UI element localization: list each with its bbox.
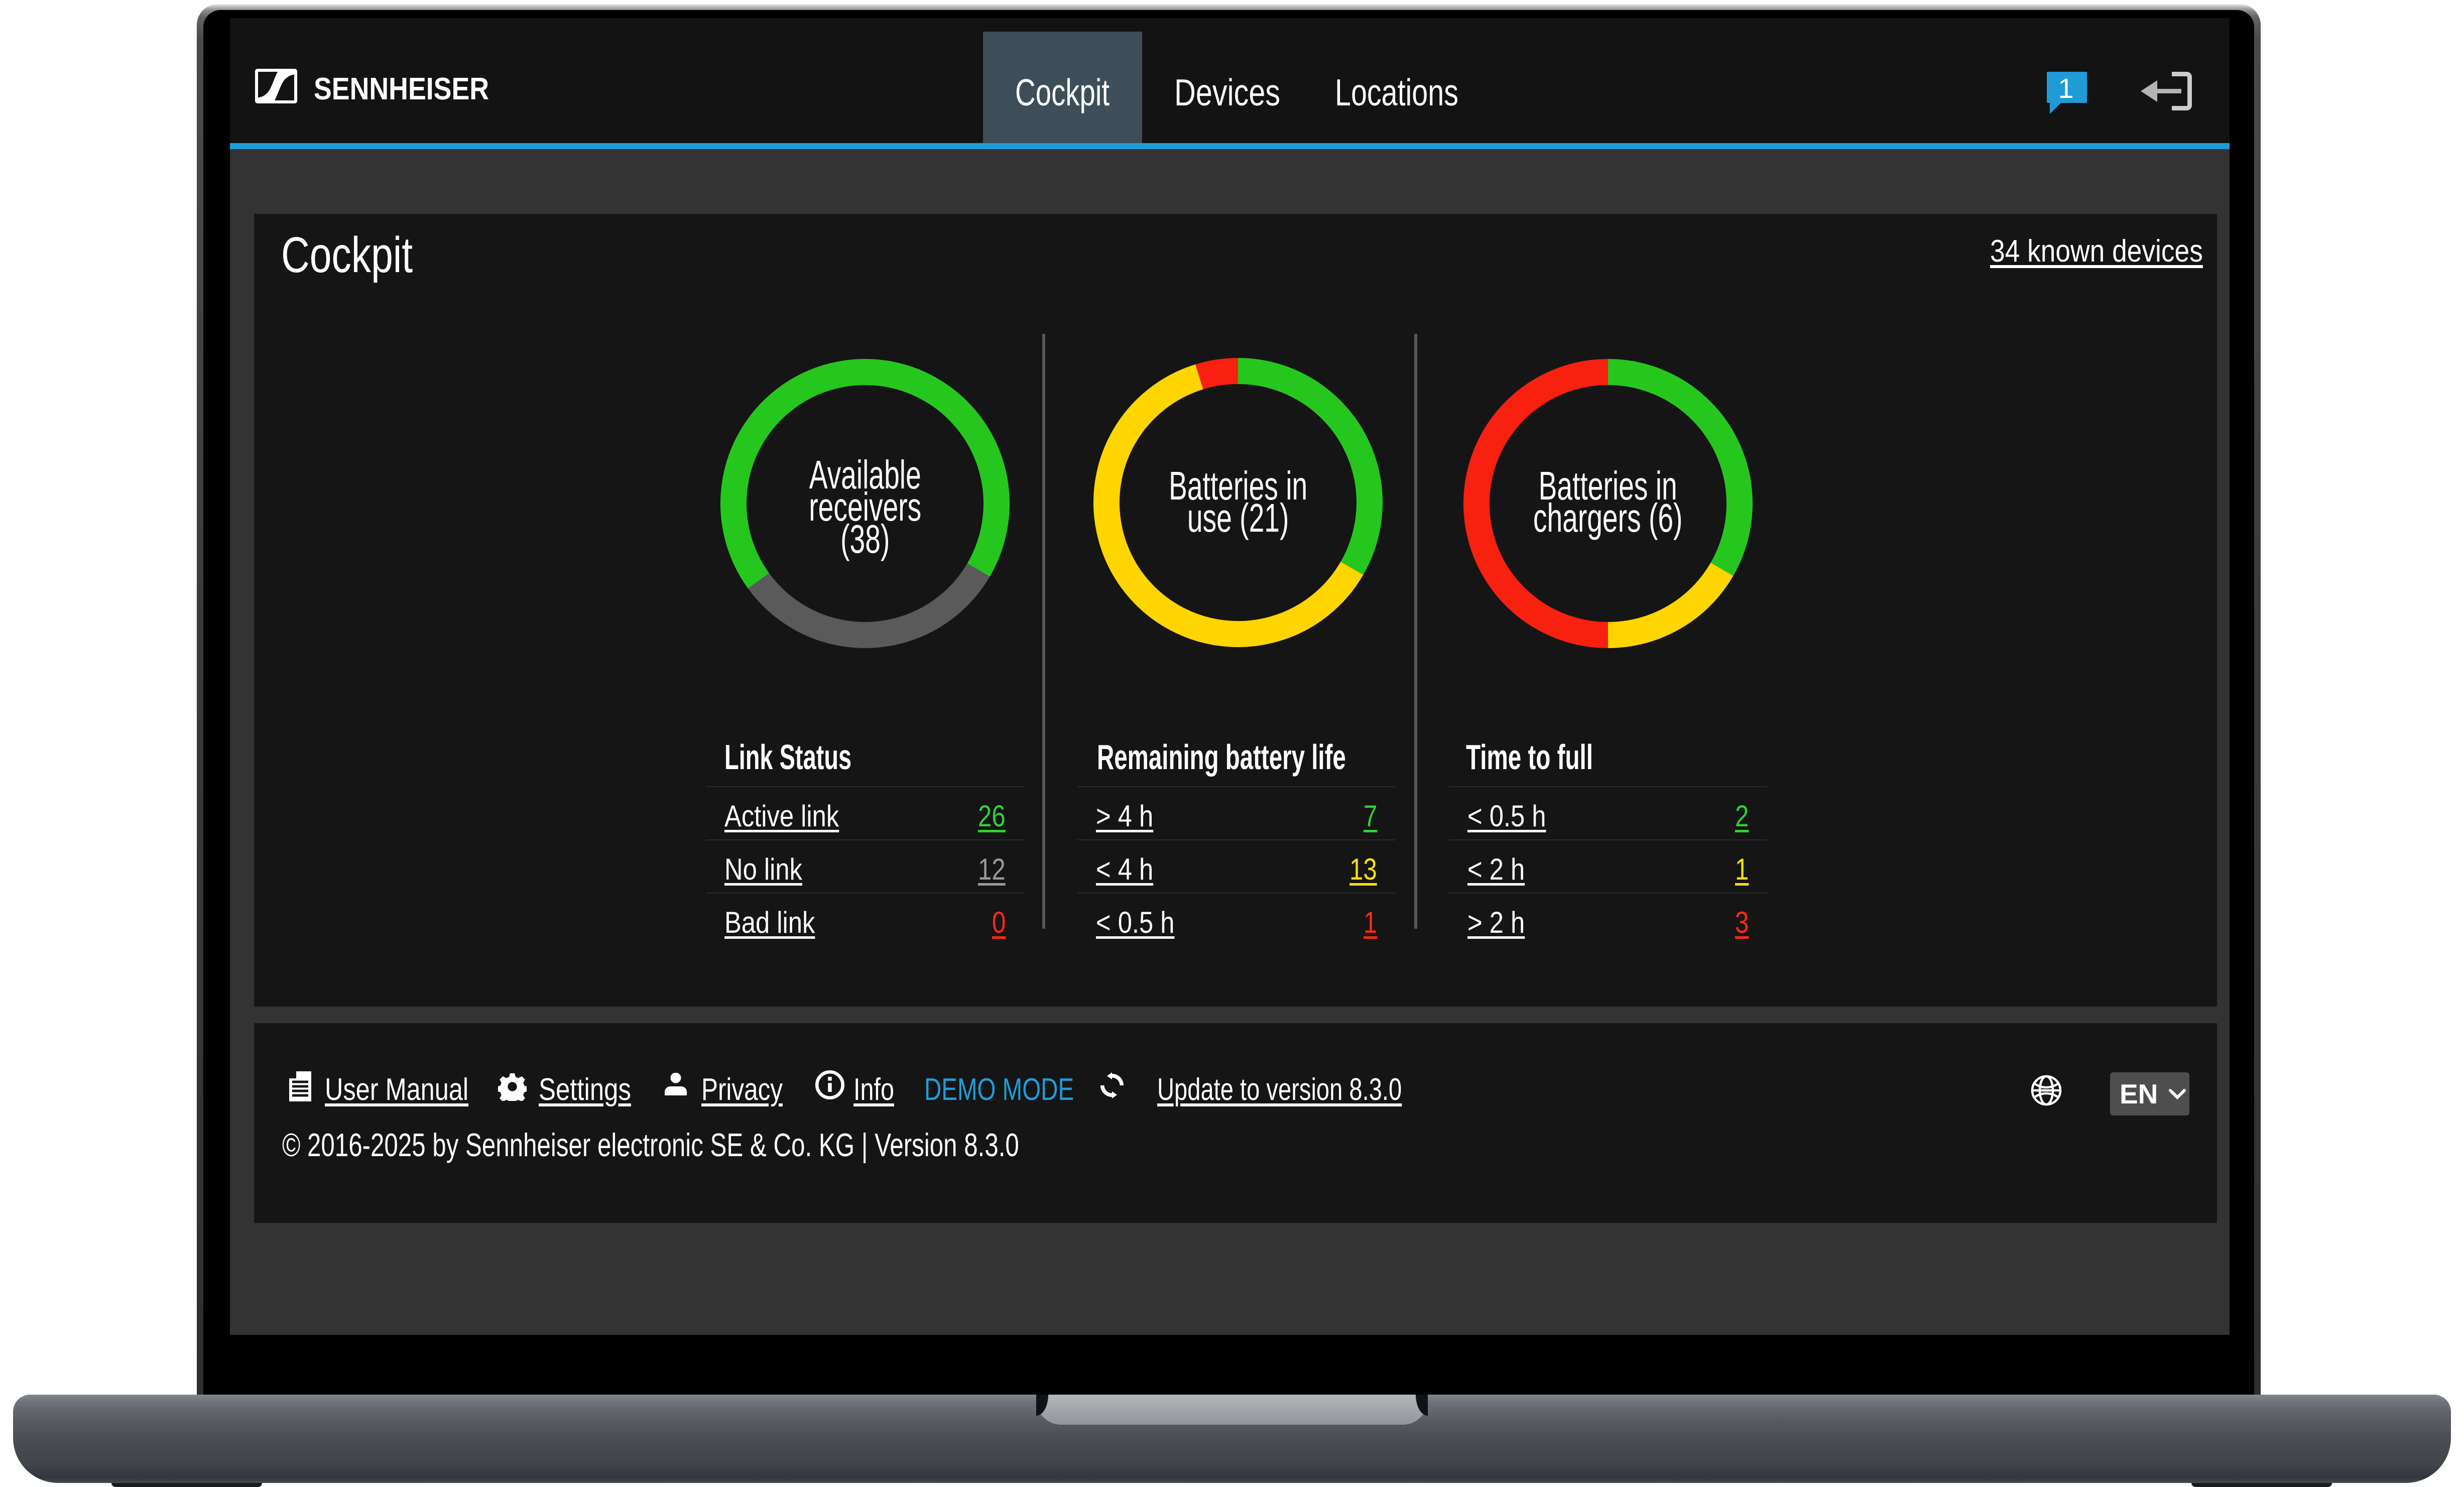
svg-text:1: 1 [2058, 72, 2073, 104]
